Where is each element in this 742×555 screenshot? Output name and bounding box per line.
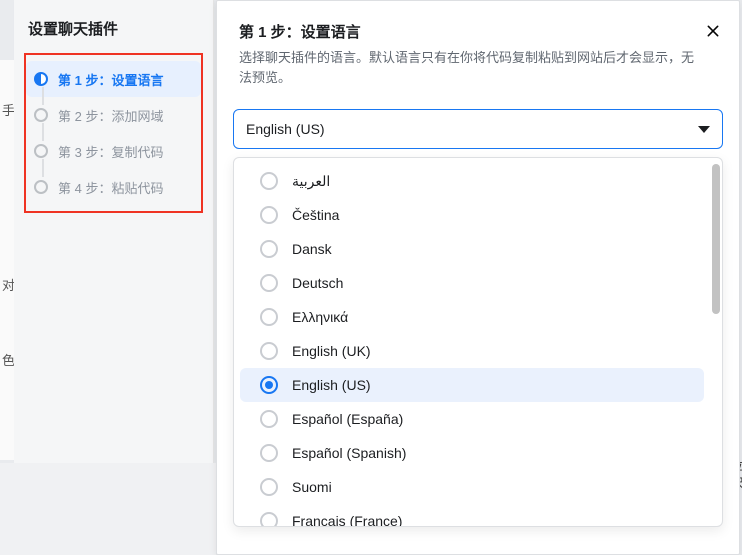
- radio-icon: [260, 308, 278, 326]
- radio-icon: [260, 478, 278, 496]
- language-option[interactable]: Español (Spanish): [240, 436, 704, 470]
- radio-icon: [260, 206, 278, 224]
- panel-header: 第 1 步：设置语言 选择聊天插件的语言。默认语言只有在你将代码复制粘贴到网站后…: [217, 1, 739, 99]
- steps-highlight-box: 第 1 步：设置语言 第 2 步：添加网域 第 3 步：复制代码 第 4 步：粘…: [24, 53, 203, 213]
- language-select-value: English (US): [246, 121, 698, 137]
- step-connector: [42, 159, 44, 177]
- language-option-label: العربية: [292, 173, 330, 190]
- language-option[interactable]: Deutsch: [240, 266, 704, 300]
- step-3-copy-code[interactable]: 第 3 步：复制代码: [26, 133, 201, 169]
- language-option-label: Deutsch: [292, 275, 343, 291]
- radio-icon: [260, 240, 278, 258]
- radio-icon: [260, 444, 278, 462]
- language-option[interactable]: Français (France): [240, 504, 704, 526]
- panel-title: 第 1 步：设置语言: [239, 21, 695, 42]
- bottom-background: [0, 463, 216, 555]
- step-label: 第 1 步：设置语言: [58, 70, 163, 89]
- sidebar-title: 设置聊天插件: [14, 0, 213, 53]
- radio-icon: [260, 512, 278, 526]
- wizard-sidebar: 设置聊天插件 第 1 步：设置语言 第 2 步：添加网域 第 3 步：复制代码 …: [14, 0, 214, 463]
- radio-icon: [260, 410, 278, 428]
- step-progress-icon: [34, 72, 48, 86]
- step-1-set-language[interactable]: 第 1 步：设置语言: [26, 61, 201, 97]
- language-option-label: English (US): [292, 377, 371, 393]
- step-connector: [42, 123, 44, 141]
- step-label: 第 3 步：复制代码: [58, 142, 163, 161]
- step-label: 第 2 步：添加网域: [58, 106, 163, 125]
- language-option[interactable]: Ελληνικά: [240, 300, 704, 334]
- language-select[interactable]: English (US): [233, 109, 723, 149]
- language-option[interactable]: Dansk: [240, 232, 704, 266]
- scrollbar-thumb[interactable]: [712, 164, 720, 314]
- language-option-label: Español (Spanish): [292, 445, 406, 461]
- step-4-paste-code[interactable]: 第 4 步：粘贴代码: [26, 169, 201, 205]
- language-dropdown: العربية Čeština Dansk Deutsch Ελληνικά Englis…: [233, 157, 723, 527]
- language-option-label: Suomi: [292, 479, 332, 495]
- scrollbar-track[interactable]: [712, 162, 720, 522]
- close-icon: [705, 23, 721, 39]
- radio-icon: [260, 342, 278, 360]
- caret-down-icon: [698, 126, 710, 133]
- radio-icon: [260, 274, 278, 292]
- language-option-label: English (UK): [292, 343, 371, 359]
- language-option-label: Čeština: [292, 207, 339, 223]
- language-option[interactable]: العربية: [240, 164, 704, 198]
- language-dropdown-list: العربية Čeština Dansk Deutsch Ελληνικά Englis…: [234, 158, 710, 526]
- language-option-label: Dansk: [292, 241, 332, 257]
- language-option-label: Español (España): [292, 411, 403, 427]
- language-option[interactable]: English (UK): [240, 334, 704, 368]
- language-option[interactable]: Suomi: [240, 470, 704, 504]
- step-progress-icon: [34, 108, 48, 122]
- radio-icon: [260, 172, 278, 190]
- step-2-add-domain[interactable]: 第 2 步：添加网域: [26, 97, 201, 133]
- step-connector: [42, 87, 44, 105]
- language-option[interactable]: English (US): [240, 368, 704, 402]
- language-option-label: Français (France): [292, 513, 402, 526]
- step-progress-icon: [34, 144, 48, 158]
- left-background-strip: [0, 60, 14, 460]
- step-panel: 第 1 步：设置语言 选择聊天插件的语言。默认语言只有在你将代码复制粘贴到网站后…: [216, 0, 740, 555]
- close-button[interactable]: [701, 19, 725, 43]
- radio-icon: [260, 376, 278, 394]
- language-option[interactable]: Español (España): [240, 402, 704, 436]
- language-option-label: Ελληνικά: [292, 309, 348, 325]
- step-progress-icon: [34, 180, 48, 194]
- language-option[interactable]: Čeština: [240, 198, 704, 232]
- step-label: 第 4 步：粘贴代码: [58, 178, 163, 197]
- panel-description: 选择聊天插件的语言。默认语言只有在你将代码复制粘贴到网站后才会显示，无法预览。: [239, 48, 695, 87]
